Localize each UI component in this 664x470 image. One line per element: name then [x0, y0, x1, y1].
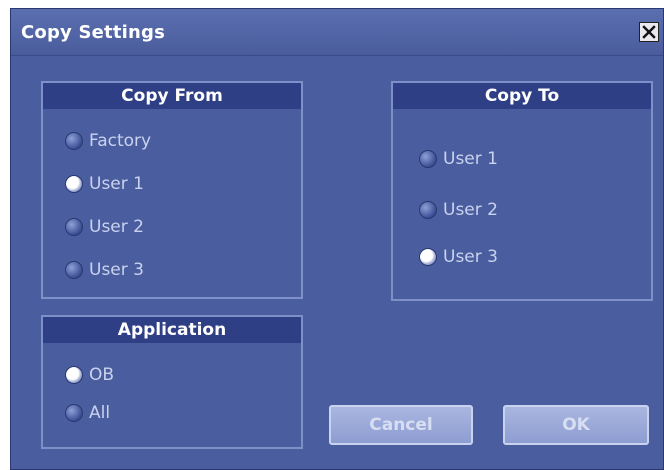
application-header: Application	[43, 317, 301, 343]
radio-button[interactable]	[419, 201, 437, 219]
radio-label: User 3	[443, 247, 498, 267]
radio-label: User 1	[89, 174, 144, 194]
application-option-ob[interactable]: OB	[65, 363, 114, 387]
copy-from-option-user-3[interactable]: User 3	[65, 258, 144, 282]
title-bar: Copy Settings	[11, 9, 663, 56]
radio-button[interactable]	[65, 404, 83, 422]
radio-button[interactable]	[65, 261, 83, 279]
radio-label: Factory	[89, 131, 152, 151]
close-icon	[642, 25, 656, 39]
close-button[interactable]	[639, 22, 659, 42]
copy-to-group: Copy To User 1 User 2 User 3	[391, 81, 653, 301]
radio-label: User 1	[443, 149, 498, 169]
application-option-all[interactable]: All	[65, 401, 110, 425]
copy-to-header: Copy To	[393, 83, 651, 109]
radio-button-selected[interactable]	[65, 366, 83, 384]
cancel-button[interactable]: Cancel	[329, 405, 473, 445]
radio-label: User 2	[89, 217, 144, 237]
copy-to-option-user-2[interactable]: User 2	[419, 198, 498, 222]
radio-button[interactable]	[419, 150, 437, 168]
application-group: Application OB All	[41, 315, 303, 449]
copy-to-option-user-1[interactable]: User 1	[419, 147, 498, 171]
copy-from-option-user-1[interactable]: User 1	[65, 172, 144, 196]
radio-label: All	[89, 403, 111, 423]
radio-label: User 3	[89, 260, 144, 280]
ok-button[interactable]: OK	[503, 405, 649, 445]
radio-button[interactable]	[65, 218, 83, 236]
copy-from-option-factory[interactable]: Factory	[65, 129, 151, 153]
radio-button-selected[interactable]	[419, 248, 437, 266]
radio-button-selected[interactable]	[65, 175, 83, 193]
copy-from-option-user-2[interactable]: User 2	[65, 215, 144, 239]
radio-label: User 2	[443, 200, 498, 220]
copy-settings-dialog: Copy Settings Copy From Factory User 1 U…	[10, 8, 664, 470]
copy-from-header: Copy From	[43, 83, 301, 109]
copy-to-option-user-3[interactable]: User 3	[419, 245, 498, 269]
copy-from-group: Copy From Factory User 1 User 2 User 3	[41, 81, 303, 299]
radio-button[interactable]	[65, 132, 83, 150]
radio-label: OB	[89, 365, 115, 385]
dialog-title: Copy Settings	[21, 22, 166, 43]
